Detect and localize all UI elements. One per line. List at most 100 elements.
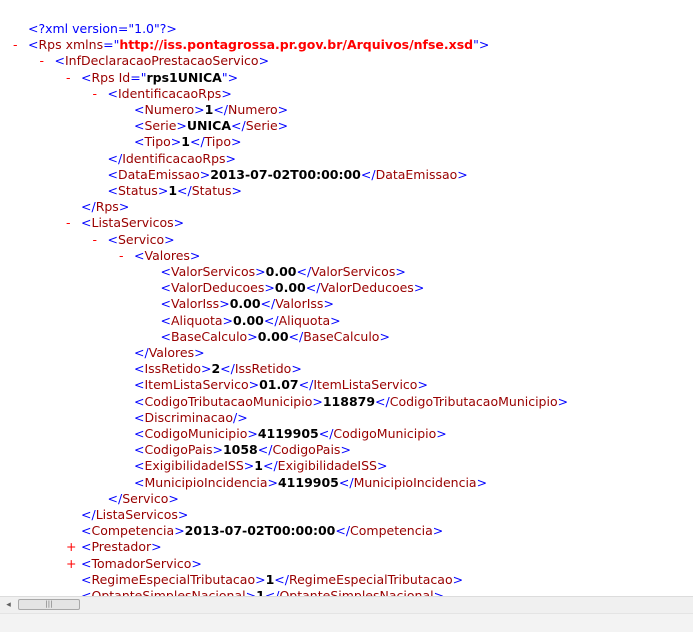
bracket: > <box>168 490 179 506</box>
bracket: </ <box>220 361 235 377</box>
bracket: </ <box>231 118 246 134</box>
scroll-left-arrow-icon[interactable]: ◂ <box>0 597 17 613</box>
tag-name: Competencia <box>91 523 175 539</box>
xml-line: <Servico> <box>108 232 175 248</box>
tag-name: OptanteSimplesNacional <box>91 588 246 596</box>
bracket: < <box>54 53 65 69</box>
bracket: > <box>243 458 255 474</box>
element-value: 0.00 <box>229 296 261 312</box>
collapse-toggle-icon[interactable]: - <box>93 86 98 102</box>
bracket: < <box>160 280 171 296</box>
tag-name: RegimeEspecialTributacao <box>91 571 256 587</box>
bracket: > <box>174 523 185 539</box>
tag-name: BaseCalculo <box>170 328 248 344</box>
xml-line: <TomadorServico> <box>81 556 202 572</box>
tag-name-close: Serie <box>245 118 278 134</box>
bracket: </ <box>298 377 314 393</box>
bracket: > <box>248 377 260 393</box>
bracket: </ <box>262 458 278 474</box>
element-value: UNICA <box>186 118 232 134</box>
xml-line: <?xml version="1.0"?> <box>28 21 177 37</box>
bracket: > <box>258 53 270 69</box>
bracket: > <box>478 37 490 53</box>
collapse-toggle-icon[interactable]: - <box>93 232 98 248</box>
scroll-thumb[interactable]: ||| <box>18 599 80 610</box>
horizontal-scrollbar[interactable]: ◂ ||| <box>0 596 693 613</box>
collapse-toggle-icon[interactable]: - <box>13 37 18 53</box>
bracket: > <box>194 102 205 117</box>
bracket: > <box>417 377 428 393</box>
bracket: </ <box>296 264 312 279</box>
bracket: > <box>164 231 175 247</box>
bracket: < <box>134 134 145 150</box>
collapse-toggle-icon[interactable]: - <box>40 53 45 69</box>
xml-line: <IssRetido>2</IssRetido> <box>134 361 302 377</box>
bracket: > <box>151 539 162 555</box>
attribute-value: http://iss.pontagrossa.pr.gov.br/Arquivo… <box>119 37 474 53</box>
bracket: > <box>222 312 234 328</box>
collapse-toggle-icon[interactable]: - <box>119 248 124 264</box>
bracket: </ <box>338 474 354 490</box>
tag-name: Status <box>117 183 158 198</box>
tag-name-close: Tipo <box>204 134 231 150</box>
expand-toggle-icon[interactable]: + <box>66 556 76 572</box>
expand-toggle-icon[interactable]: + <box>66 539 76 555</box>
xml-line: <CodigoPais>1058</CodigoPais> <box>134 442 351 458</box>
bracket: > <box>157 183 169 198</box>
tag-name: IdentificacaoRps <box>117 85 222 101</box>
bracket: </ <box>81 199 96 215</box>
bracket: </ <box>257 442 273 458</box>
collapse-toggle-icon[interactable]: - <box>66 215 71 231</box>
bracket: </ <box>134 345 149 360</box>
bracket: < <box>160 296 171 312</box>
bracket: =" <box>103 37 120 53</box>
element-value: 1 <box>254 458 263 474</box>
element-value: 118879 <box>322 393 376 409</box>
bracket: </ <box>107 490 123 506</box>
tag-name-close: CodigoPais <box>272 442 341 458</box>
tag-name: InfDeclaracaoPrestacaoServico <box>64 53 259 69</box>
bracket: > <box>247 328 258 344</box>
bracket: > <box>413 280 425 296</box>
bracket: > <box>221 85 232 101</box>
bracket: =" <box>130 69 147 85</box>
xml-line: <ListaServicos> <box>81 215 184 231</box>
bracket: < <box>134 474 145 490</box>
bracket: </ <box>305 280 321 296</box>
bracket: < <box>160 312 171 328</box>
bracket: < <box>134 361 145 377</box>
tag-name: Rps <box>95 199 119 215</box>
bracket: > <box>312 393 323 409</box>
bracket: < <box>81 539 92 555</box>
tag-name: Servico <box>122 490 169 506</box>
xml-line: <ValorIss>0.00</ValorIss> <box>161 296 334 312</box>
tag-name-close: IssRetido <box>234 361 292 377</box>
bracket: > <box>231 183 243 198</box>
collapse-toggle-icon[interactable]: - <box>66 70 71 86</box>
tag-name-close: Aliquota <box>278 312 331 328</box>
bracket: > <box>476 474 488 490</box>
bracket: > <box>230 134 242 150</box>
xml-line: <Valores> <box>134 248 200 264</box>
element-value: 1 <box>265 571 275 587</box>
bracket: </ <box>189 134 205 150</box>
tag-name: ListaServicos <box>95 507 178 522</box>
bracket: </ <box>177 183 192 198</box>
bracket: > <box>379 328 390 344</box>
xml-line: <ValorDeducoes>0.00</ValorDeducoes> <box>161 280 425 296</box>
bracket: </ <box>288 328 304 344</box>
xml-line: <ItemListaServico>01.07</ItemListaServic… <box>134 377 428 393</box>
bracket: < <box>81 523 92 539</box>
bracket: </ <box>263 312 279 328</box>
tag-name: Discriminacao <box>144 409 233 425</box>
bracket: > <box>194 345 205 360</box>
xml-line: </Valores> <box>134 345 205 361</box>
tag-name: ValorServicos <box>170 264 256 279</box>
tag-name: CodigoMunicipio <box>144 426 248 441</box>
bracket: > <box>457 166 468 182</box>
bracket: > <box>376 458 388 474</box>
bracket: > <box>277 102 289 117</box>
element-value: 2013-07-02T00:00:00 <box>184 523 336 539</box>
bracket: < <box>134 247 145 263</box>
bracket: </ <box>360 166 376 182</box>
